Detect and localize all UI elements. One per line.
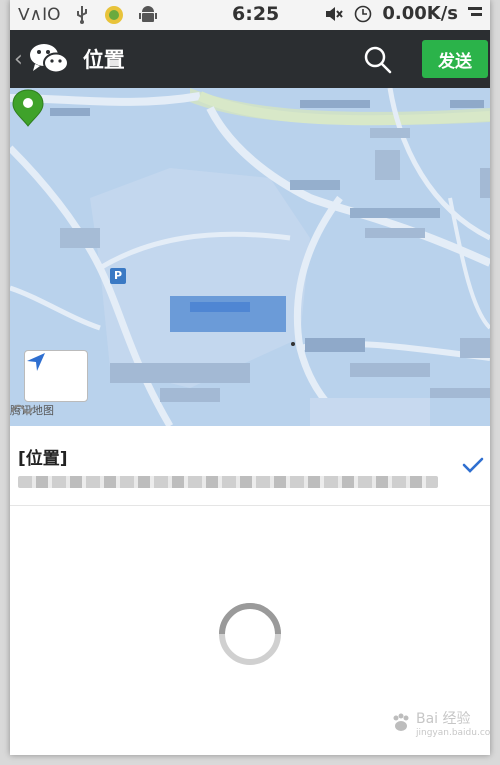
search-icon[interactable] bbox=[362, 44, 394, 76]
baidu-watermark: Bai 经验 jingyan.baidu.com bbox=[390, 708, 490, 738]
map-attribution: 腾讯地图 bbox=[10, 402, 54, 418]
watermark-text-2: 经验 bbox=[442, 711, 471, 727]
location-name: [位置] bbox=[18, 449, 68, 469]
net-speed: 0.00K/s bbox=[382, 3, 458, 24]
back-chevron-icon[interactable]: ‹ bbox=[14, 47, 23, 72]
loading-spinner-icon bbox=[219, 603, 281, 665]
status-bar: ᐯ∧IO 6:25 0.00K/s bbox=[10, 0, 490, 30]
navigation-arrow-icon bbox=[27, 353, 45, 371]
location-pin-icon[interactable] bbox=[10, 88, 46, 128]
location-address-redacted bbox=[18, 474, 448, 489]
checkmark-icon bbox=[462, 457, 484, 473]
status-time: 6:25 bbox=[232, 3, 280, 25]
title-bar: ‹ 位置 发送 bbox=[10, 30, 490, 88]
mute-icon bbox=[326, 6, 344, 21]
clock-icon bbox=[355, 5, 372, 22]
baidu-paw-icon bbox=[393, 713, 409, 731]
selected-location-item[interactable]: [位置] bbox=[10, 426, 490, 506]
parking-marker: P bbox=[110, 268, 126, 284]
wechat-logo-icon[interactable] bbox=[27, 39, 71, 79]
wechat-notify-icon bbox=[105, 6, 124, 24]
my-location-button[interactable] bbox=[24, 350, 88, 402]
signal-icon bbox=[468, 6, 482, 16]
phone-screen: ᐯ∧IO 6:25 0.00K/s ‹ 位置 发送 P 腾讯地图 [位置] Ba… bbox=[10, 0, 490, 755]
tencent-map-logo-icon bbox=[11, 404, 33, 414]
android-icon bbox=[139, 6, 158, 22]
map-view[interactable]: P 腾讯地图 bbox=[10, 88, 490, 426]
page-title: 位置 bbox=[82, 48, 125, 72]
send-button[interactable]: 发送 bbox=[422, 40, 488, 78]
usb-icon bbox=[77, 6, 88, 24]
watermark-text: Bai bbox=[416, 711, 439, 727]
watermark-url: jingyan.baidu.com bbox=[416, 728, 490, 738]
vaio-icon: ᐯ∧IO bbox=[18, 5, 61, 25]
